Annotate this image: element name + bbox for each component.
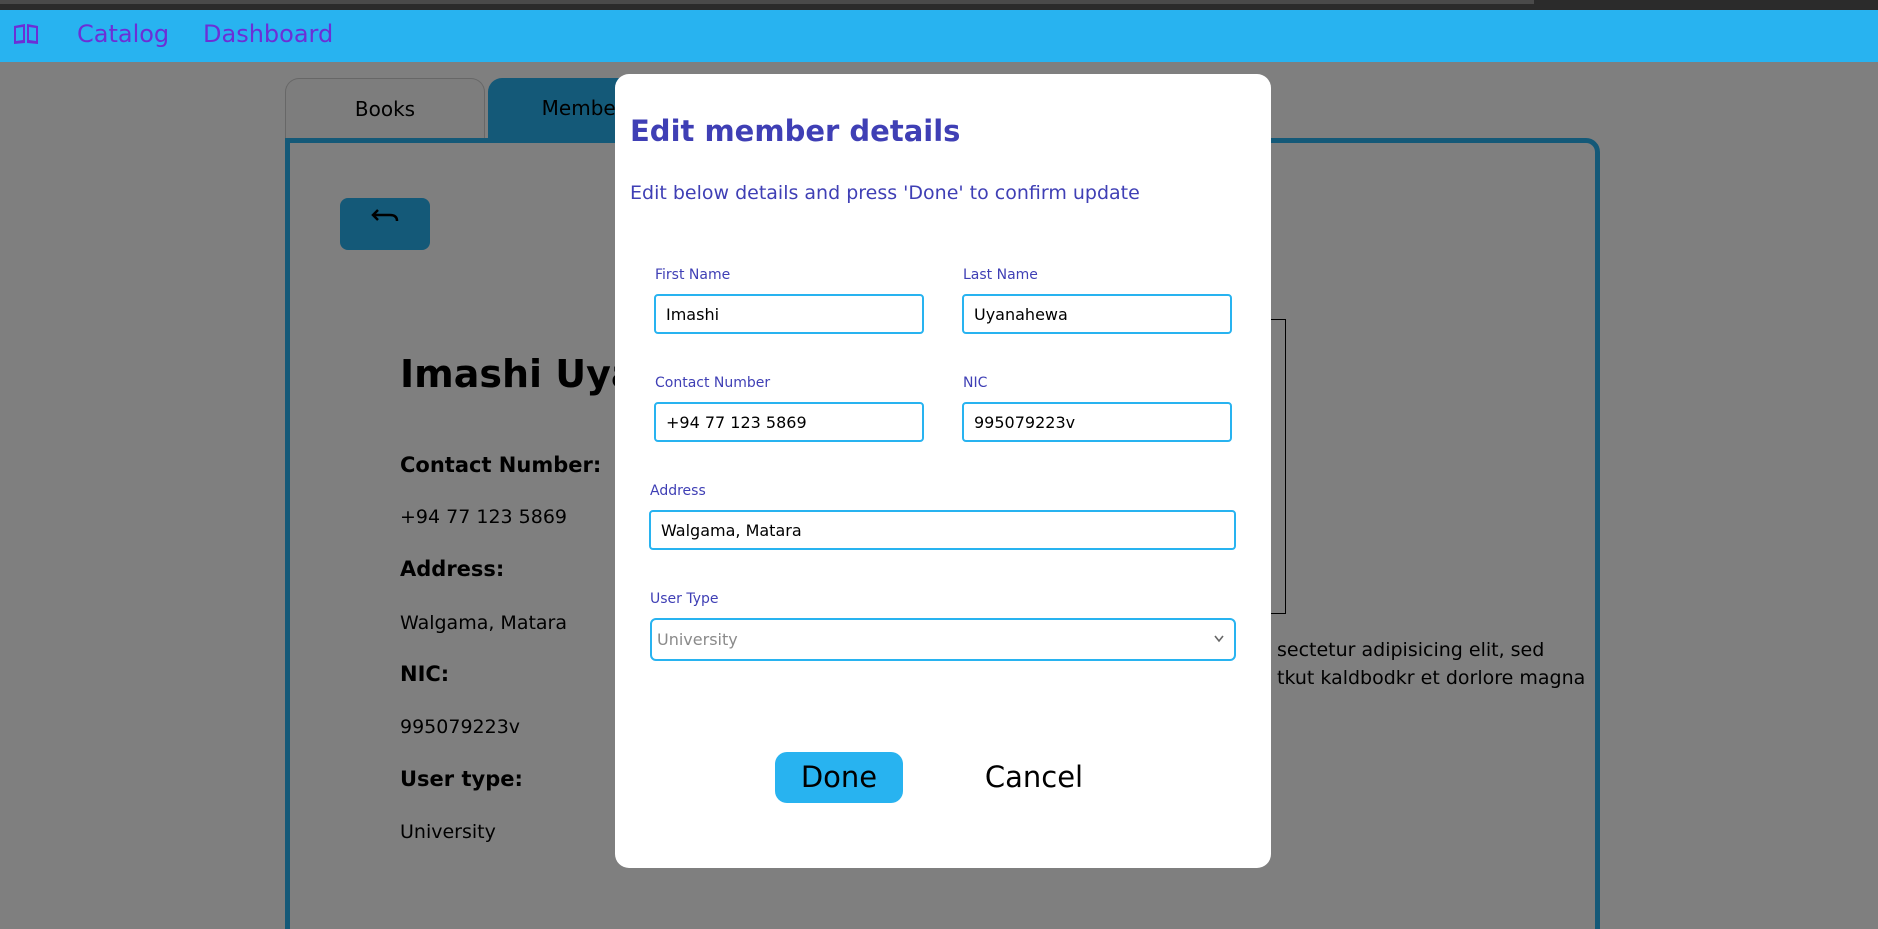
chevron-down-icon (1212, 620, 1226, 675)
user-type-label: User Type (650, 591, 719, 607)
done-button[interactable]: Done (775, 752, 903, 803)
address-input[interactable] (649, 510, 1236, 550)
modal-title: Edit member details (630, 114, 961, 148)
modal-subtitle: Edit below details and press 'Done' to c… (630, 182, 1140, 204)
nav-link-dashboard[interactable]: Dashboard (203, 20, 333, 48)
edit-member-modal: Edit member details Edit below details a… (615, 74, 1271, 868)
last-name-label: Last Name (963, 267, 1038, 283)
user-type-value: University (657, 630, 738, 649)
cancel-button[interactable]: Cancel (975, 752, 1093, 803)
nic-input[interactable] (962, 402, 1232, 442)
address-label-field: Address (650, 483, 706, 499)
nic-label-field: NIC (963, 375, 988, 391)
book-open-icon[interactable] (12, 22, 42, 46)
contact-number-label: Contact Number (655, 375, 771, 391)
user-type-select[interactable]: University (650, 618, 1236, 661)
first-name-input[interactable] (654, 294, 924, 334)
navbar: Catalog Dashboard (0, 10, 1878, 62)
window-top-strip (0, 0, 1878, 10)
window-top-bar (0, 0, 1534, 4)
first-name-label: First Name (655, 267, 731, 283)
nav-link-catalog[interactable]: Catalog (77, 20, 169, 48)
contact-number-input[interactable] (654, 402, 924, 442)
last-name-input[interactable] (962, 294, 1232, 334)
